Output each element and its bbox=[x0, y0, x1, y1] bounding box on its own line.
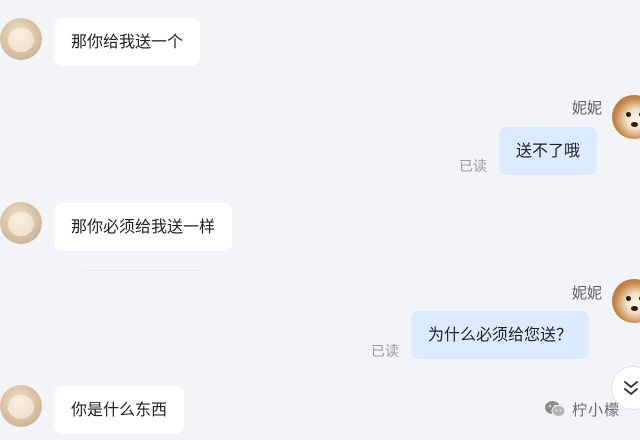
contact-avatar[interactable] bbox=[0, 202, 42, 244]
watermark-text: 柠小檬 bbox=[572, 400, 621, 419]
contact-avatar[interactable] bbox=[0, 385, 42, 427]
message-bubble-incoming[interactable]: 你是什么东西 bbox=[54, 386, 185, 434]
message-bubble-incoming[interactable]: 那你必须给我送一样 bbox=[54, 203, 233, 251]
read-receipt: 已读 bbox=[459, 159, 487, 175]
wechat-icon bbox=[545, 401, 566, 417]
message-bubble-incoming[interactable]: 那你给我送一个 bbox=[54, 18, 201, 66]
avatar-eye bbox=[626, 112, 631, 117]
user-avatar[interactable] bbox=[612, 279, 640, 323]
avatar-nose bbox=[631, 122, 638, 127]
read-receipt: 已读 bbox=[371, 344, 399, 360]
divider bbox=[82, 270, 202, 271]
sender-name: 妮妮 bbox=[571, 284, 602, 302]
watermark: 柠小檬 bbox=[544, 397, 620, 421]
contact-avatar[interactable] bbox=[0, 18, 42, 60]
avatar-eye bbox=[626, 296, 631, 301]
avatar-nose bbox=[631, 306, 638, 311]
sender-name: 妮妮 bbox=[571, 99, 602, 117]
double-chevron-down-icon bbox=[624, 381, 638, 395]
message-bubble-outgoing[interactable]: 为什么必须给您送？ bbox=[411, 311, 590, 359]
user-avatar[interactable] bbox=[612, 95, 640, 139]
message-bubble-outgoing[interactable]: 送不了哦 bbox=[499, 127, 598, 175]
